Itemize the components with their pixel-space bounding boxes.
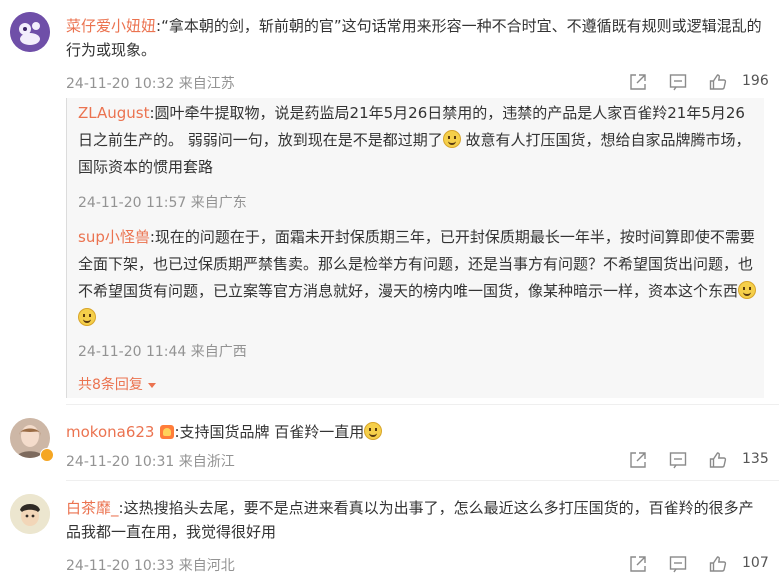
reply-location: 来自广西 — [190, 344, 247, 360]
divider — [66, 404, 779, 405]
comment-content: :“拿本朝的剑，斩前朝的官”这句话常用来形容一种不合时宜、不遵循既有规则或逻辑混… — [66, 17, 762, 59]
comment-time: 24-11-20 10:31 — [66, 454, 175, 470]
caret-down-icon — [148, 383, 157, 388]
reply-username[interactable]: sup小怪兽 — [78, 228, 150, 246]
comment-actions: 107 — [628, 554, 769, 576]
comment-username[interactable]: 白茶靡_ — [66, 499, 119, 517]
comment-icon[interactable] — [668, 554, 688, 574]
comment-location: 来自河北 — [178, 558, 235, 574]
reply-location: 来自广东 — [190, 195, 247, 211]
emoji-icon — [78, 308, 96, 326]
comment-meta: 24-11-20 10:33 来自河北 — [66, 555, 235, 575]
reply-meta: 24-11-20 11:44 来自广西 — [78, 341, 247, 361]
reply-list: ZLAugust:圆叶牵牛提取物，说是药监局21年5月26日禁用的，违禁的产品是… — [66, 98, 764, 398]
avatar[interactable] — [10, 12, 50, 52]
more-replies-label: 共8条回复 — [78, 377, 143, 393]
reply-time: 24-11-20 11:57 — [78, 195, 187, 211]
comment-username[interactable]: mokona623 — [66, 423, 154, 441]
share-icon[interactable] — [628, 72, 648, 92]
like-icon — [709, 452, 727, 468]
reply-text: ZLAugust:圆叶牵牛提取物，说是药监局21年5月26日禁用的，违禁的产品是… — [78, 100, 758, 181]
comment-location: 来自江苏 — [178, 76, 235, 92]
fan-badge-icon — [160, 425, 175, 439]
reply-meta: 24-11-20 11:57 来自广东 — [78, 192, 247, 212]
reply-username[interactable]: ZLAugust — [78, 104, 149, 122]
emoji-icon — [442, 130, 461, 148]
comment-actions: 196 — [628, 72, 769, 94]
like-count: 135 — [742, 451, 769, 467]
vip-badge-icon — [40, 448, 54, 462]
emoji-icon — [738, 281, 757, 299]
like-icon — [709, 74, 727, 90]
reply-time: 24-11-20 11:44 — [78, 344, 187, 360]
more-replies-link[interactable]: 共8条回复 — [78, 374, 157, 394]
comment-meta: 24-11-20 10:32 来自江苏 — [66, 73, 235, 93]
comment-location: 来自浙江 — [178, 454, 235, 470]
like-count: 107 — [742, 555, 769, 571]
avatar-image — [10, 494, 50, 534]
comment-time: 24-11-20 10:32 — [66, 76, 175, 92]
comment-content: :支持国货品牌 百雀羚一直用 — [174, 423, 365, 441]
avatar-image — [10, 12, 50, 52]
comment-icon[interactable] — [668, 72, 688, 92]
comment-text: mokona623 :支持国货品牌 百雀羚一直用 — [66, 420, 762, 444]
reply-content: :现在的问题在于，面霜未开封保质期三年，已开封保质期最长一年半，按时间算即使不需… — [78, 228, 755, 300]
comment-username[interactable]: 菜仔爱小妞妞 — [66, 17, 156, 35]
reply-text: sup小怪兽:现在的问题在于，面霜未开封保质期三年，已开封保质期最长一年半，按时… — [78, 224, 758, 332]
comment-icon[interactable] — [668, 450, 688, 470]
like-count: 196 — [742, 73, 769, 89]
divider — [66, 480, 779, 481]
comment-actions: 135 — [628, 450, 769, 472]
emoji-icon — [364, 422, 383, 440]
comment-meta: 24-11-20 10:31 来自浙江 — [66, 451, 235, 471]
comment-time: 24-11-20 10:33 — [66, 558, 175, 574]
comment-content: :这热搜掐头去尾，要不是点进来看真以为出事了，怎么最近这么多打压国货的，百雀羚的… — [66, 499, 754, 541]
like-button[interactable]: 196 — [708, 72, 769, 94]
share-icon[interactable] — [628, 450, 648, 470]
like-button[interactable]: 107 — [708, 554, 769, 576]
like-icon — [709, 556, 727, 572]
avatar[interactable] — [10, 494, 50, 534]
comment-text: 菜仔爱小妞妞:“拿本朝的剑，斩前朝的官”这句话常用来形容一种不合时宜、不遵循既有… — [66, 14, 762, 62]
like-button[interactable]: 135 — [708, 450, 769, 472]
comment-text: 白茶靡_:这热搜掐头去尾，要不是点进来看真以为出事了，怎么最近这么多打压国货的，… — [66, 496, 762, 544]
share-icon[interactable] — [628, 554, 648, 574]
